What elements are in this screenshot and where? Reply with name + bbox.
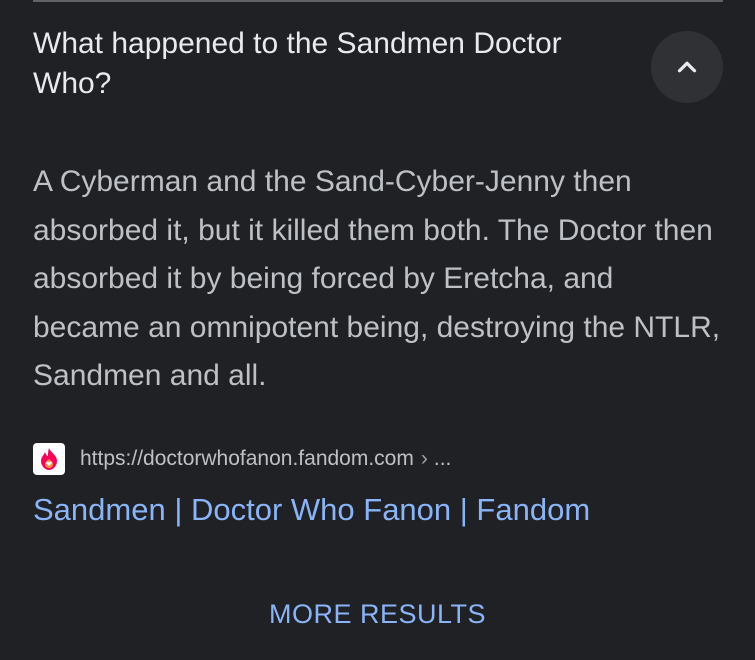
chevron-up-icon (677, 61, 697, 73)
source-url[interactable]: https://doctorwhofanon.fandom.com (80, 447, 414, 471)
collapse-button[interactable] (651, 31, 723, 103)
top-divider (33, 0, 723, 2)
breadcrumb-separator: › (420, 447, 428, 470)
source-citation[interactable]: https://doctorwhofanon.fandom.com › ... (33, 442, 451, 476)
fandom-favicon-icon (33, 443, 65, 475)
question-heading[interactable]: What happened to the Sandmen Doctor Who? (33, 24, 593, 104)
source-path-ellipsis: ... (433, 447, 452, 470)
result-title-link[interactable]: Sandmen | Doctor Who Fanon | Fandom (33, 490, 590, 530)
more-results-button[interactable]: MORE RESULTS (0, 594, 755, 634)
answer-snippet: A Cyberman and the Sand-Cyber-Jenny then… (33, 165, 721, 392)
